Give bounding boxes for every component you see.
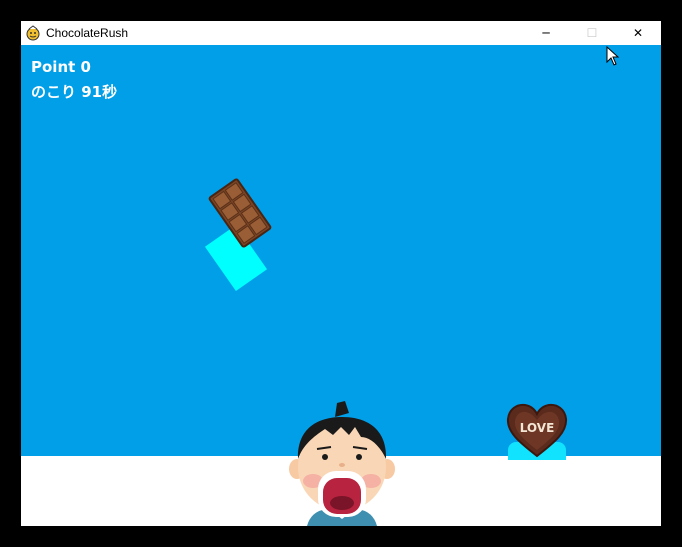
heart-chocolate-icon: LOVE <box>506 403 568 458</box>
chocolate-bar-icon <box>208 178 272 248</box>
score-label: Point 0 <box>31 58 91 76</box>
app-icon <box>26 25 40 41</box>
window-controls: ─ ☐ ✕ <box>523 21 661 45</box>
close-button[interactable]: ✕ <box>615 21 661 45</box>
minimize-button[interactable]: ─ <box>523 21 569 45</box>
heart-label: LOVE <box>520 421 555 435</box>
game-canvas[interactable]: Point 0 のこり 91秒 LOVE <box>21 45 661 526</box>
timer-label: のこり 91秒 <box>31 83 118 101</box>
boy-open-mouth-icon <box>289 401 395 526</box>
title-bar[interactable]: ChocolateRush ─ ☐ ✕ <box>21 21 661 45</box>
window-title: ChocolateRush <box>46 26 129 40</box>
maximize-button[interactable]: ☐ <box>569 21 615 45</box>
game-window: ChocolateRush ─ ☐ ✕ Point 0 のこり 91秒 LOVE <box>21 21 661 526</box>
mouse-cursor-icon <box>606 46 620 66</box>
